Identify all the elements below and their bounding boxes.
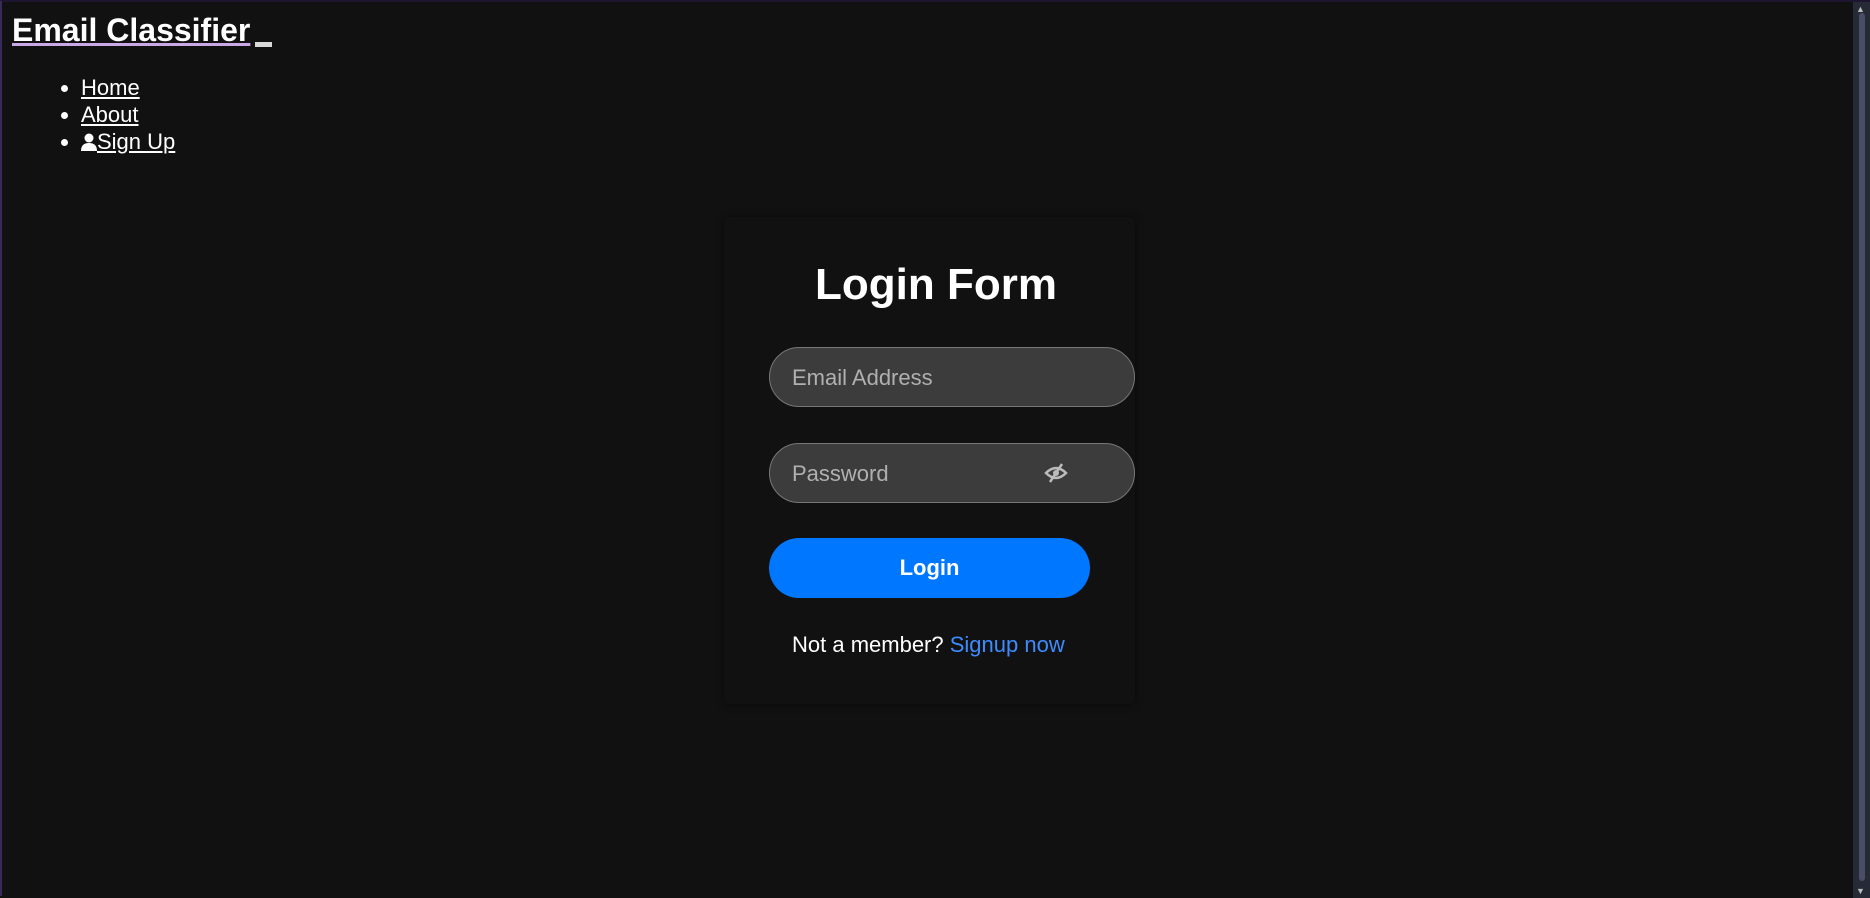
form-title: Login Form (815, 260, 1057, 309)
nav-list: Home About Sign Up (2, 74, 175, 155)
user-icon (81, 133, 97, 151)
nav-link-about[interactable]: About (81, 102, 139, 127)
password-input[interactable] (770, 444, 1054, 504)
signup-prompt-text: Not a member? (792, 632, 944, 657)
nav-item-signup: Sign Up (81, 128, 175, 155)
menu-toggle[interactable] (255, 42, 272, 47)
scroll-down-icon[interactable]: ▼ (1856, 886, 1865, 896)
nav-link-home[interactable]: Home (81, 75, 140, 100)
nav-link-signup[interactable]: Sign Up (81, 129, 175, 154)
login-button[interactable]: Login (769, 538, 1090, 598)
password-field-wrapper (769, 443, 1135, 504)
signup-link[interactable]: Signup now (950, 632, 1065, 657)
nav-item-home: Home (81, 74, 175, 101)
brand-link[interactable]: Email Classifier (12, 12, 250, 49)
nav-link-signup-label: Sign Up (97, 129, 176, 154)
scrollbar[interactable]: ▲ ▼ (1853, 2, 1870, 898)
eye-slash-icon[interactable] (1044, 462, 1068, 484)
nav-item-about: About (81, 101, 175, 128)
email-field-wrapper (769, 347, 1135, 408)
email-input[interactable] (770, 348, 1054, 408)
scrollbar-thumb[interactable] (1859, 13, 1865, 881)
